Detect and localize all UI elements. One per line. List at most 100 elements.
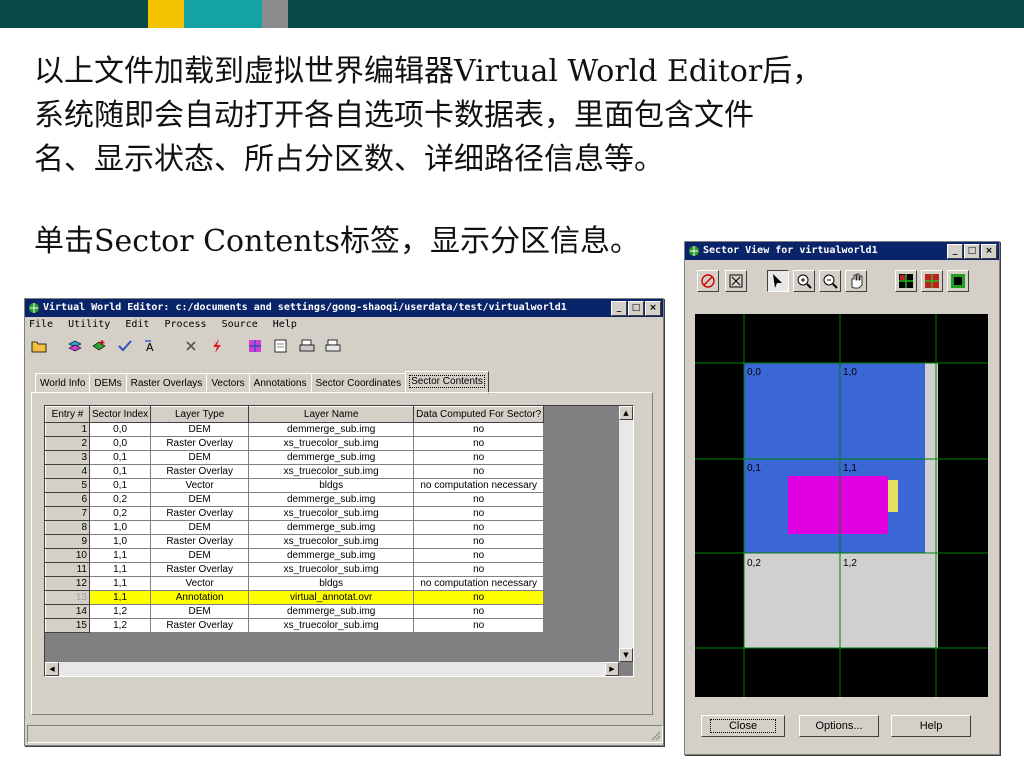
entry-cell[interactable]: 6 bbox=[45, 492, 90, 507]
layer-name-cell[interactable]: demmerge_sub.img bbox=[248, 548, 415, 563]
layer-name-cell[interactable]: xs_truecolor_sub.img bbox=[248, 534, 415, 549]
layer-type-cell[interactable]: Vector bbox=[150, 478, 250, 493]
data-computed-cell[interactable]: no bbox=[413, 492, 545, 507]
column-header-entry[interactable]: Entry # bbox=[45, 406, 90, 423]
grid-icon[interactable] bbox=[247, 338, 263, 354]
sector-index-cell[interactable]: 0,1 bbox=[88, 450, 152, 465]
sector-grid-black-button[interactable] bbox=[947, 270, 969, 292]
layer-type-cell[interactable]: Vector bbox=[150, 576, 250, 591]
entry-cell[interactable]: 9 bbox=[45, 534, 90, 549]
data-computed-cell[interactable]: no bbox=[413, 464, 545, 479]
vertical-scrollbar[interactable]: ▲ ▼ bbox=[619, 406, 633, 662]
scroll-down-button[interactable]: ▼ bbox=[619, 648, 633, 662]
layer-name-cell[interactable]: demmerge_sub.img bbox=[248, 492, 415, 507]
sector-index-cell[interactable]: 1,1 bbox=[88, 590, 152, 605]
table-row[interactable]: 13 1,1 Annotation virtual_annotat.ovr no bbox=[45, 590, 545, 605]
data-computed-cell[interactable]: no bbox=[413, 590, 545, 605]
sector-index-cell[interactable]: 0,1 bbox=[88, 478, 152, 493]
layer-name-cell[interactable]: xs_truecolor_sub.img bbox=[248, 506, 415, 521]
menu-source[interactable]: Source bbox=[222, 319, 258, 330]
layer-type-cell[interactable]: Raster Overlay bbox=[150, 436, 250, 451]
maximize-button[interactable]: □ bbox=[628, 301, 644, 316]
tab-vectors[interactable]: Vectors bbox=[206, 373, 250, 394]
sector-index-cell[interactable]: 0,0 bbox=[88, 422, 152, 437]
layer-name-cell[interactable]: xs_truecolor_sub.img bbox=[248, 562, 415, 577]
data-computed-cell[interactable]: no bbox=[413, 520, 545, 535]
table-row[interactable]: 4 0,1 Raster Overlay xs_truecolor_sub.img no bbox=[45, 464, 545, 479]
entry-cell[interactable]: 8 bbox=[45, 520, 90, 535]
layer-name-cell[interactable]: virtual_annotat.ovr bbox=[248, 590, 415, 605]
data-computed-cell[interactable]: no computation necessary bbox=[413, 576, 545, 591]
tab-world-info[interactable]: World Info bbox=[35, 373, 91, 394]
column-header-layer-name[interactable]: Layer Name bbox=[248, 406, 415, 423]
layer-name-cell[interactable]: demmerge_sub.img bbox=[248, 450, 415, 465]
table-row[interactable]: 14 1,2 DEM demmerge_sub.img no bbox=[45, 604, 545, 619]
sector-view-canvas[interactable] bbox=[695, 314, 988, 697]
sector-index-cell[interactable]: 1,1 bbox=[88, 548, 152, 563]
sector-grid-red-button[interactable] bbox=[921, 270, 943, 292]
tab-annotations[interactable]: Annotations bbox=[248, 373, 312, 394]
preview-icon[interactable] bbox=[273, 338, 289, 354]
sector-index-cell[interactable]: 0,2 bbox=[88, 492, 152, 507]
table-row[interactable]: 6 0,2 DEM demmerge_sub.img no bbox=[45, 492, 545, 507]
sector-index-cell[interactable]: 0,2 bbox=[88, 506, 152, 521]
scroll-left-button[interactable]: ◀ bbox=[45, 662, 59, 676]
entry-cell[interactable]: 15 bbox=[45, 618, 90, 633]
menu-file[interactable]: File bbox=[29, 319, 53, 330]
help-button[interactable]: Help bbox=[891, 715, 971, 737]
lightning-icon[interactable] bbox=[209, 338, 225, 354]
tab-sector-contents[interactable]: Sector Contents bbox=[405, 371, 489, 394]
layer-type-cell[interactable]: DEM bbox=[150, 492, 250, 507]
layer-type-cell[interactable]: Raster Overlay bbox=[150, 562, 250, 577]
zoom-in-button[interactable] bbox=[793, 270, 815, 292]
entry-cell[interactable]: 2 bbox=[45, 436, 90, 451]
check-icon[interactable] bbox=[117, 338, 133, 354]
column-header-data-computed[interactable]: Data Computed For Sector? bbox=[413, 406, 545, 423]
layer-name-cell[interactable]: demmerge_sub.img bbox=[248, 520, 415, 535]
layer-name-cell[interactable]: xs_truecolor_sub.img bbox=[248, 464, 415, 479]
sector-index-cell[interactable]: 0,0 bbox=[88, 436, 152, 451]
entry-cell[interactable]: 5 bbox=[45, 478, 90, 493]
entry-cell[interactable]: 10 bbox=[45, 548, 90, 563]
sector-grid-green-button[interactable] bbox=[895, 270, 917, 292]
layer-type-cell[interactable]: Raster Overlay bbox=[150, 618, 250, 633]
editor-title-bar[interactable]: Virtual World Editor: c:/documents and s… bbox=[25, 299, 663, 317]
data-computed-cell[interactable]: no bbox=[413, 548, 545, 563]
entry-cell[interactable]: 13 bbox=[45, 590, 90, 605]
layer-type-cell[interactable]: DEM bbox=[150, 520, 250, 535]
table-row[interactable]: 1 0,0 DEM demmerge_sub.img no bbox=[45, 422, 545, 437]
data-computed-cell[interactable]: no computation necessary bbox=[413, 478, 545, 493]
menu-edit[interactable]: Edit bbox=[125, 319, 149, 330]
entry-cell[interactable]: 4 bbox=[45, 464, 90, 479]
delete-icon[interactable] bbox=[183, 338, 199, 354]
sector-index-cell[interactable]: 1,1 bbox=[88, 562, 152, 577]
options-button[interactable]: Options... bbox=[799, 715, 879, 737]
sector-index-cell[interactable]: 1,0 bbox=[88, 520, 152, 535]
data-computed-cell[interactable]: no bbox=[413, 534, 545, 549]
zoom-out-button[interactable] bbox=[819, 270, 841, 292]
layer-type-cell[interactable]: Annotation bbox=[150, 590, 250, 605]
close-dialog-button[interactable]: Close bbox=[701, 715, 785, 737]
column-header-sector-index[interactable]: Sector Index bbox=[88, 406, 152, 423]
sector-index-cell[interactable]: 1,1 bbox=[88, 576, 152, 591]
tab-raster-overlays[interactable]: Raster Overlays bbox=[125, 373, 208, 394]
table-row[interactable]: 7 0,2 Raster Overlay xs_truecolor_sub.img no bbox=[45, 506, 545, 521]
text-layer-icon[interactable]: A bbox=[143, 338, 159, 354]
table-row[interactable]: 8 1,0 DEM demmerge_sub.img no bbox=[45, 520, 545, 535]
pan-button[interactable] bbox=[845, 270, 867, 292]
open-folder-icon[interactable] bbox=[31, 338, 47, 354]
entry-cell[interactable]: 11 bbox=[45, 562, 90, 577]
table-row[interactable]: 2 0,0 Raster Overlay xs_truecolor_sub.img no bbox=[45, 436, 545, 451]
sector-view-title-bar[interactable]: Sector View for virtualworld1 _ □ × bbox=[685, 242, 999, 260]
data-computed-cell[interactable]: no bbox=[413, 604, 545, 619]
table-row[interactable]: 9 1,0 Raster Overlay xs_truecolor_sub.img no bbox=[45, 534, 545, 549]
menu-utility[interactable]: Utility bbox=[68, 319, 110, 330]
entry-cell[interactable]: 1 bbox=[45, 422, 90, 437]
sector-index-cell[interactable]: 1,0 bbox=[88, 534, 152, 549]
horizontal-scrollbar[interactable]: ◀ ▶ bbox=[45, 662, 619, 676]
layer-name-cell[interactable]: demmerge_sub.img bbox=[248, 422, 415, 437]
menu-help[interactable]: Help bbox=[273, 319, 297, 330]
layer-name-cell[interactable]: xs_truecolor_sub.img bbox=[248, 436, 415, 451]
layer-type-cell[interactable]: DEM bbox=[150, 604, 250, 619]
tab-dems[interactable]: DEMs bbox=[89, 373, 127, 394]
